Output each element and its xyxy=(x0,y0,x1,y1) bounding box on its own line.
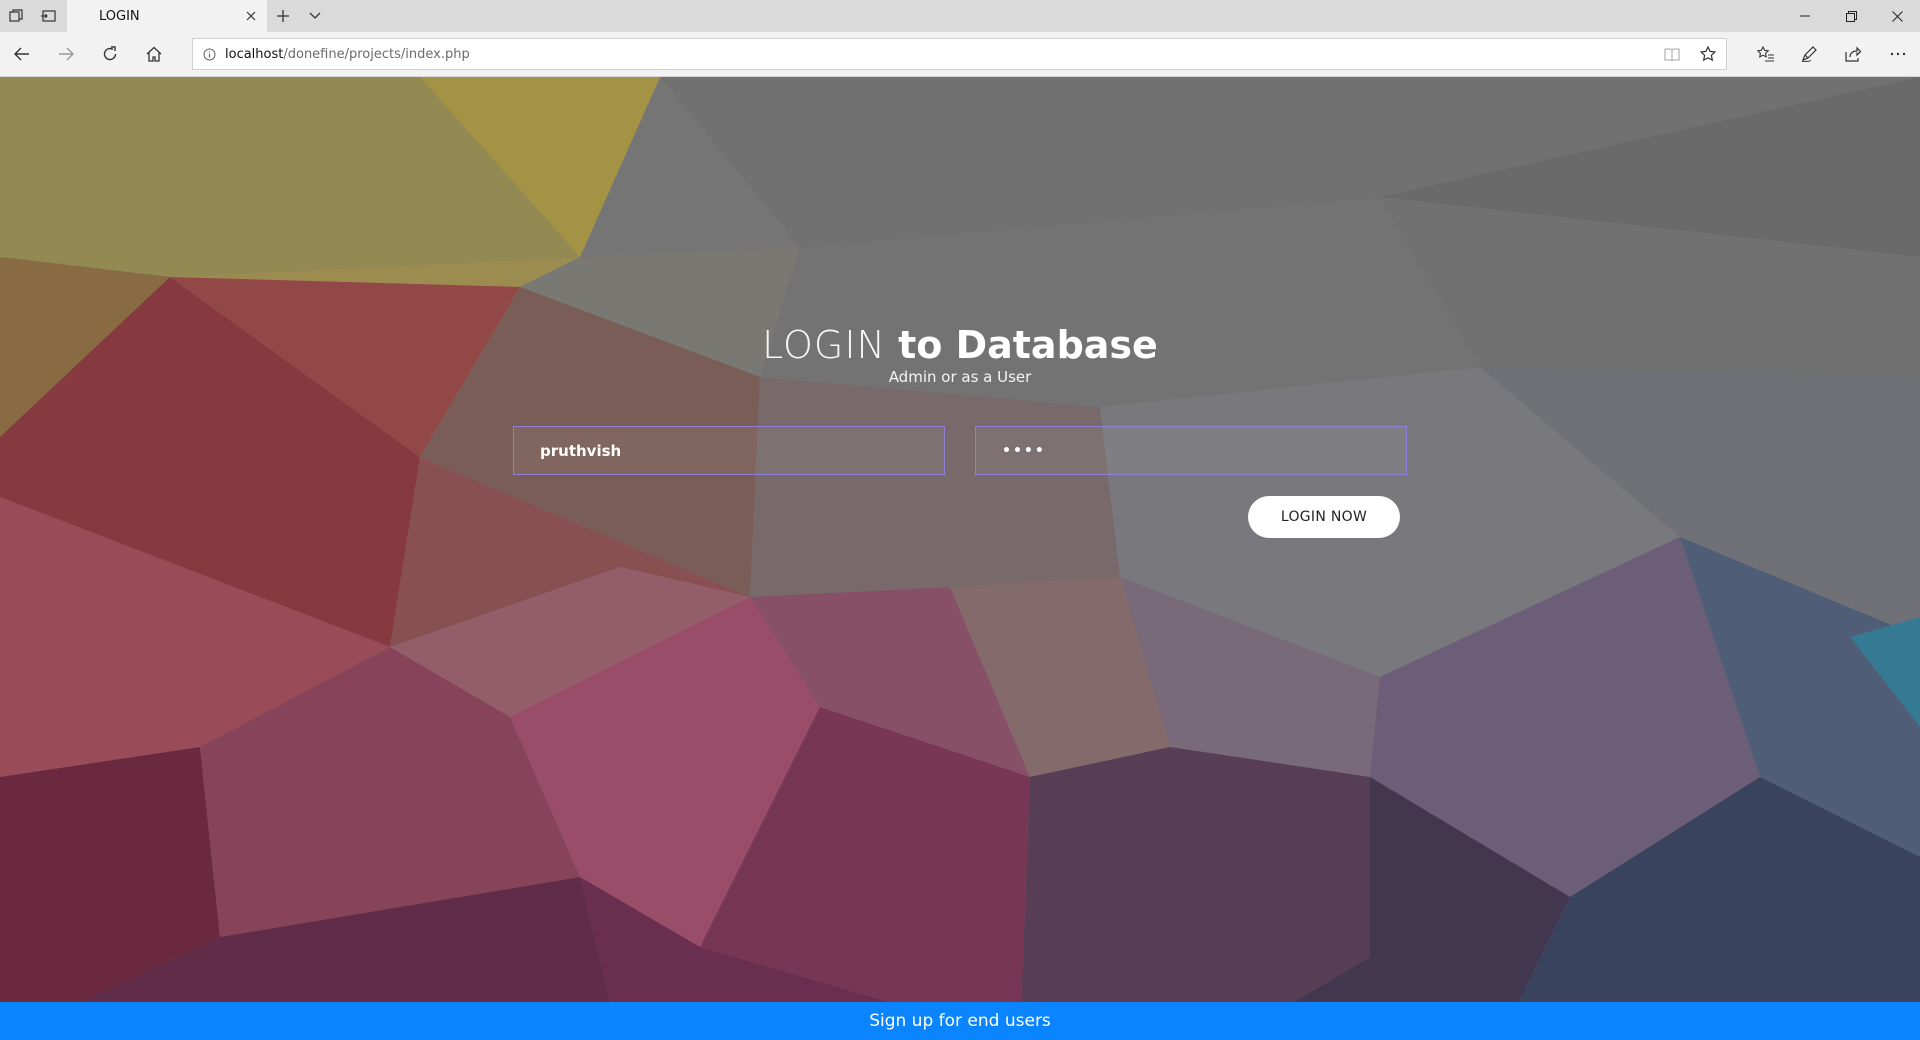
share-icon[interactable] xyxy=(1837,38,1869,70)
tabs-aside-icon[interactable] xyxy=(0,0,32,32)
plus-icon[interactable] xyxy=(267,0,299,32)
password-field[interactable]: •••• xyxy=(975,426,1407,475)
back-arrow-icon[interactable] xyxy=(6,38,38,70)
signup-button[interactable]: Sign up for end users xyxy=(0,1002,1920,1040)
title-light: LOGIN xyxy=(762,323,886,367)
title-bold: to Database xyxy=(898,323,1158,367)
browser-tab[interactable]: LOGIN xyxy=(67,0,267,32)
close-icon[interactable] xyxy=(1874,0,1920,32)
login-section: LOGIN to Database Admin or as a User pru… xyxy=(0,77,1920,1040)
window-controls xyxy=(1782,0,1920,32)
refresh-icon[interactable] xyxy=(94,38,126,70)
address-bar[interactable]: localhost/donefine/projects/index.php xyxy=(192,38,1727,70)
home-icon[interactable] xyxy=(138,38,170,70)
restore-icon[interactable] xyxy=(1828,0,1874,32)
tab-preview-icon[interactable] xyxy=(32,0,64,32)
login-button[interactable]: LOGIN NOW xyxy=(1248,496,1400,538)
favorites-list-icon[interactable] xyxy=(1750,38,1782,70)
book-icon[interactable] xyxy=(1656,39,1688,69)
close-icon[interactable] xyxy=(243,8,259,24)
page-title: LOGIN to Database xyxy=(0,322,1920,368)
star-icon[interactable] xyxy=(1692,39,1724,69)
navigation-bar: localhost/donefine/projects/index.php xyxy=(0,32,1920,77)
url-host: localhost xyxy=(225,46,284,62)
url-text: localhost/donefine/projects/index.php xyxy=(225,47,470,62)
forward-arrow-icon[interactable] xyxy=(50,38,82,70)
info-icon[interactable] xyxy=(193,39,225,69)
minimize-icon[interactable] xyxy=(1782,0,1828,32)
username-field[interactable]: pruthvish xyxy=(513,426,945,475)
tab-title: LOGIN xyxy=(99,8,140,24)
chevron-down-icon[interactable] xyxy=(299,0,331,32)
more-icon[interactable] xyxy=(1882,38,1914,70)
page-viewport: LOGIN to Database Admin or as a User pru… xyxy=(0,77,1920,1040)
tab-bar: LOGIN xyxy=(0,0,1920,32)
page-subtitle: Admin or as a User xyxy=(888,368,1032,386)
pen-icon[interactable] xyxy=(1793,38,1825,70)
url-path: /donefine/projects/index.php xyxy=(283,46,470,62)
